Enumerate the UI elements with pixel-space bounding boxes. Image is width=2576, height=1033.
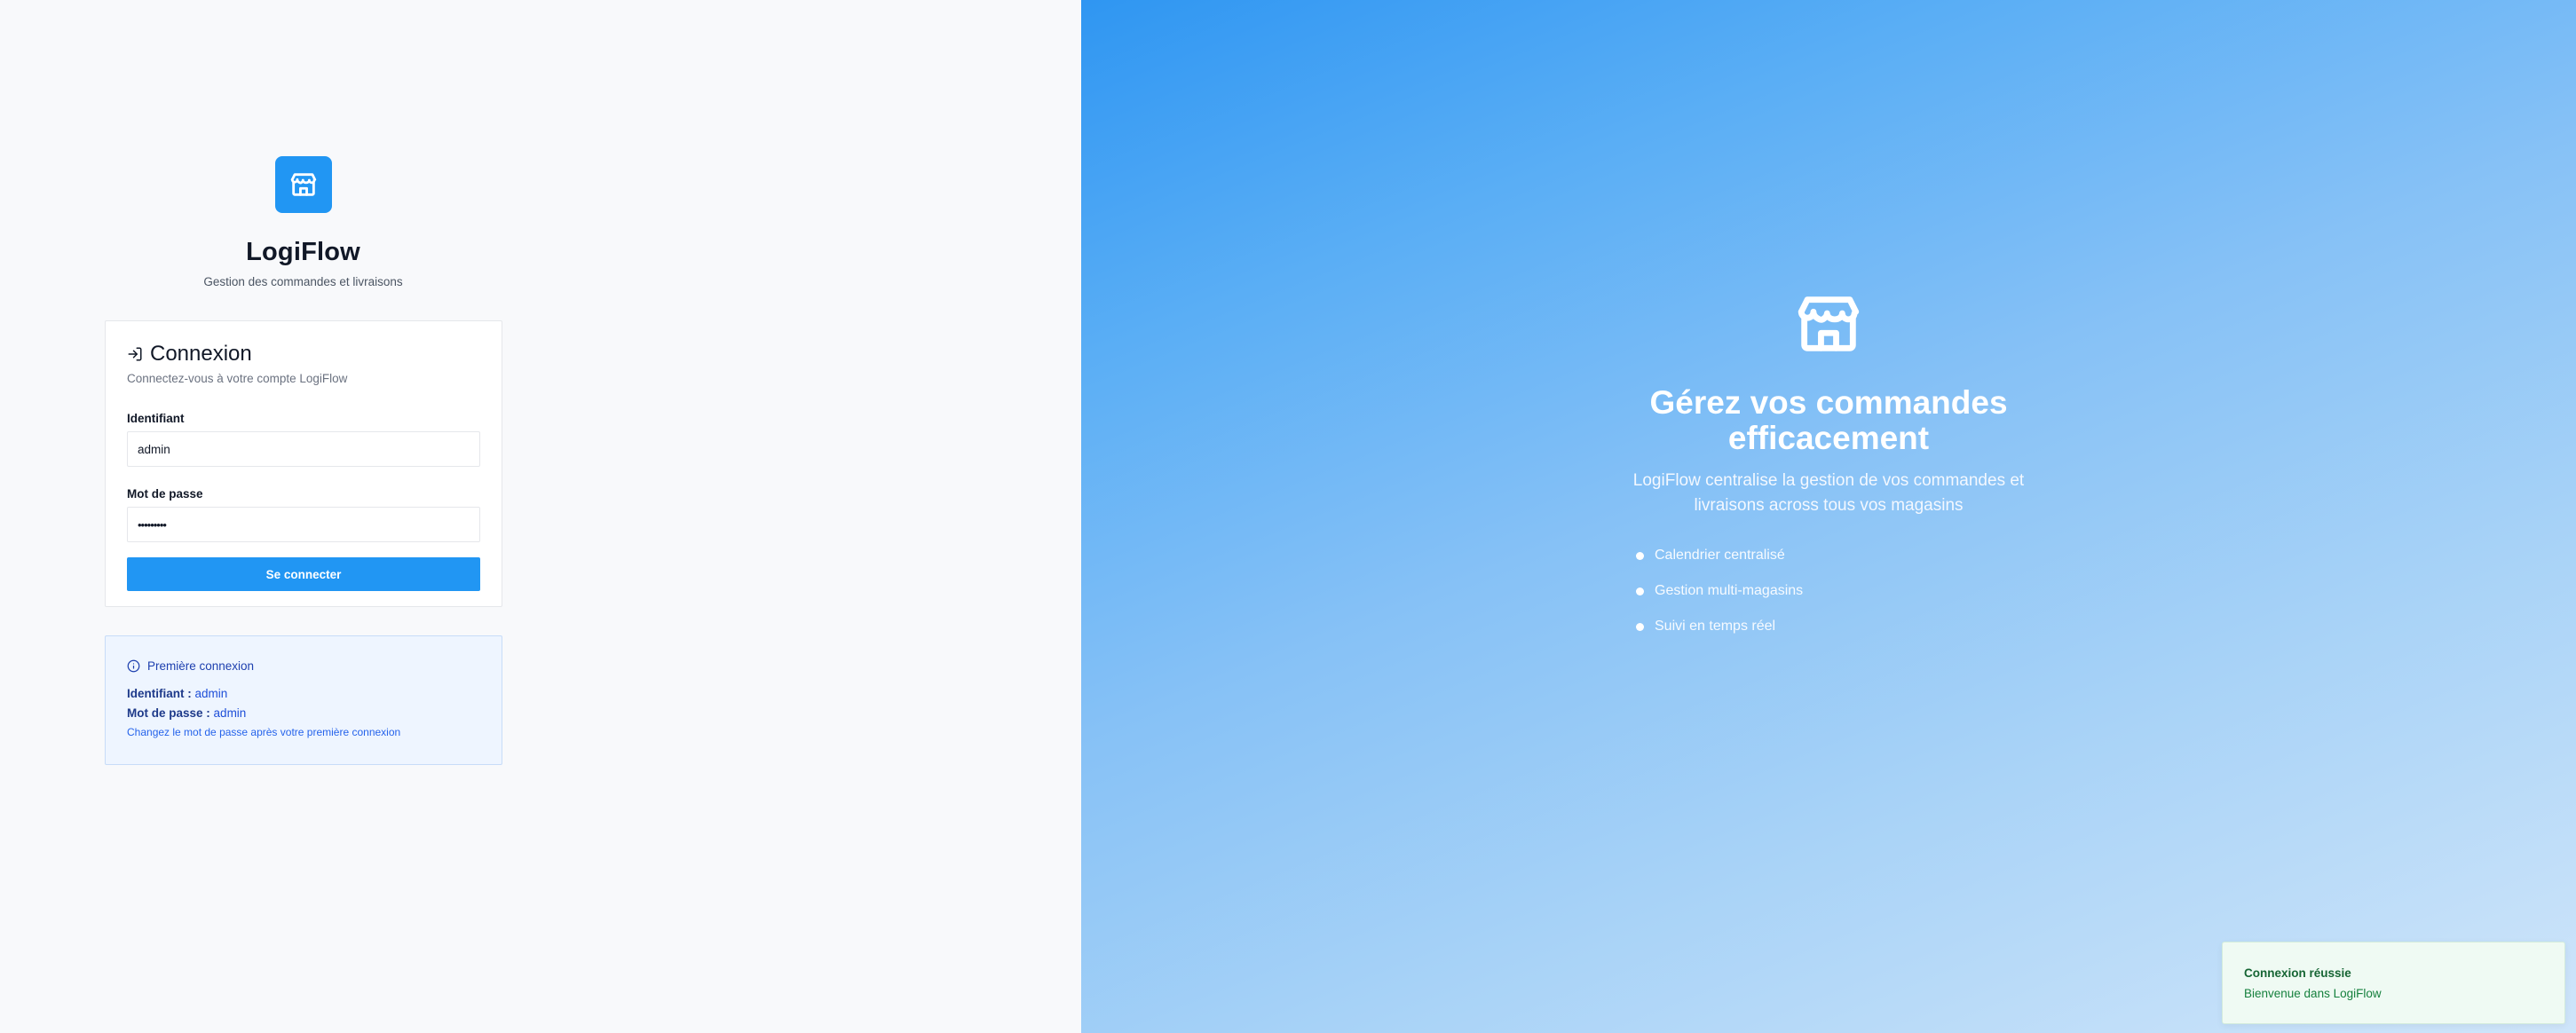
username-label: Identifiant [127,412,185,425]
password-value: ••••••••• [138,517,167,532]
default-password-value: admin [213,706,247,720]
info-title-row: Première connexion [127,659,480,673]
login-title: Connexion [150,342,252,366]
feature-item: Gestion multi-magasins [1629,573,2028,609]
login-subtitle: Connectez-vous à votre compte LogiFlow [127,372,348,385]
toast-message: Bienvenue dans LogiFlow [2244,987,2382,1000]
app-name: LogiFlow [246,238,360,266]
bullet-dot-icon [1636,551,1644,560]
default-username-key: Identifiant : [127,687,192,700]
hero-content: Gérez vos commandes efficacement LogiFlo… [1081,288,2576,644]
bullet-dot-icon [1636,587,1644,595]
success-toast[interactable]: Connexion réussie Bienvenue dans LogiFlo… [2222,942,2565,1024]
log-in-icon [128,347,142,361]
hero-description: LogiFlow centralise la gestion de vos co… [1632,471,2025,515]
app-logo [274,156,332,213]
username-value: admin [138,442,170,456]
feature-label: Gestion multi-magasins [1655,583,1804,598]
password-input[interactable]: ••••••••• [127,507,480,542]
login-panel: LogiFlow Gestion des commandes et livrai… [0,0,1081,1033]
change-password-note: Changez le mot de passe après votre prem… [127,726,401,738]
login-card: Connexion Connectez-vous à votre compte … [105,320,502,607]
feature-item: Calendrier centralisé [1629,538,2028,573]
default-username-line: Identifiant : admin [127,687,480,700]
store-icon [1798,296,1860,351]
password-label: Mot de passe [127,487,203,501]
login-button[interactable]: Se connecter [127,557,480,591]
username-input[interactable]: admin [127,431,480,467]
hero-title: Gérez vos commandes efficacement [1649,384,2008,456]
brand-header: LogiFlow Gestion des commandes et livrai… [0,156,606,288]
feature-label: Suivi en temps réel [1655,619,1776,634]
app-tagline: Gestion des commandes et livraisons [203,275,403,288]
default-password-line: Mot de passe : admin [127,706,480,720]
default-password-key: Mot de passe : [127,706,210,720]
default-username-value: admin [194,687,228,700]
store-icon [290,173,316,196]
login-page: LogiFlow Gestion des commandes et livrai… [0,0,2576,1033]
login-title-row: Connexion [127,342,480,367]
toast-title: Connexion réussie [2244,966,2351,980]
first-login-info: Première connexion Identifiant : admin M… [105,635,502,765]
info-title: Première connexion [147,659,255,673]
feature-item: Suivi en temps réel [1629,609,2028,644]
feature-label: Calendrier centralisé [1655,548,1785,563]
bullet-dot-icon [1636,622,1644,631]
feature-list: Calendrier centralisé Gestion multi-maga… [1629,538,2028,644]
info-icon [127,659,140,673]
hero-panel: Gérez vos commandes efficacement LogiFlo… [1081,0,2576,1033]
